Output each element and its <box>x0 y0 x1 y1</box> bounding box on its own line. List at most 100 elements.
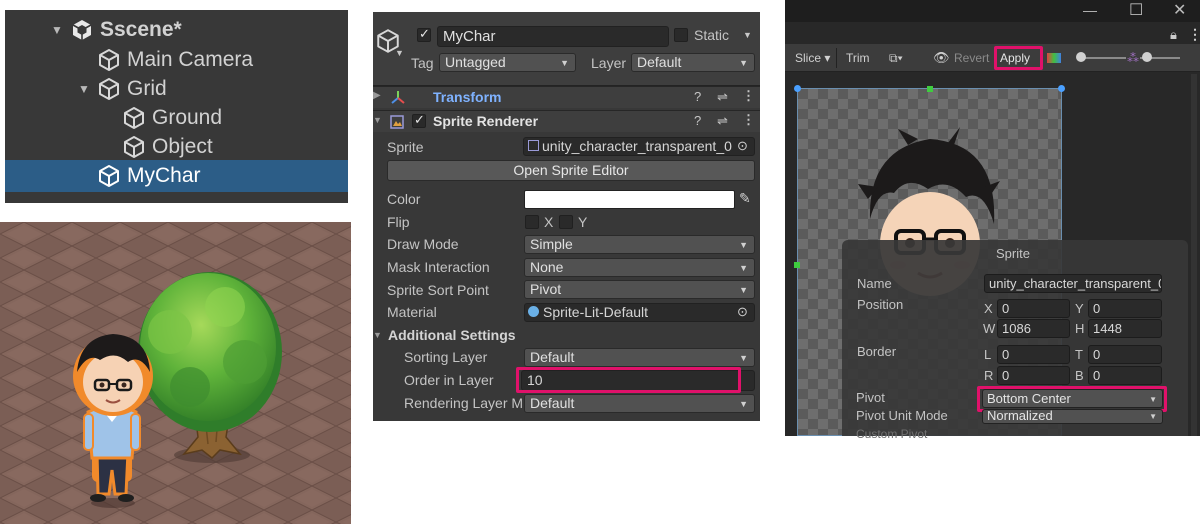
mip-slider-handle[interactable] <box>1142 52 1152 62</box>
inspector-panel: ▼ MyChar Static ▼ Tag Untagged Layer Def… <box>373 12 760 421</box>
h-field[interactable]: 1448 <box>1088 319 1162 338</box>
rendering-layer-dropdown[interactable]: Default <box>524 394 755 413</box>
rect-handle[interactable] <box>1058 85 1065 92</box>
additional-settings-foldout[interactable]: Additional Settings <box>388 327 516 343</box>
order-in-layer-label: Order in Layer <box>404 372 494 388</box>
hierarchy-item-main-camera[interactable]: Main Camera <box>5 46 348 74</box>
layer-dropdown[interactable]: Default <box>631 53 755 72</box>
slice-label: Slice <box>795 51 822 65</box>
sprite-field[interactable]: unity_character_transparent_0 <box>523 137 755 156</box>
object-picker-icon[interactable]: ⊙ <box>737 304 748 320</box>
open-sprite-editor-button[interactable]: Open Sprite Editor <box>387 160 755 181</box>
help-icon[interactable]: ? <box>694 89 701 104</box>
sorting-layer-dropdown[interactable]: Default <box>524 348 755 367</box>
sprite-renderer-header[interactable]: ▼ Sprite Renderer ? ⇌ ⋮ <box>373 110 760 132</box>
revert-button[interactable]: Revert <box>954 49 989 67</box>
more-icon[interactable]: ⋮ <box>1188 26 1200 43</box>
y-label: Y <box>1075 301 1084 316</box>
settings-sliders-icon[interactable]: ⇌ <box>717 113 728 129</box>
mask-interaction-label: Mask Interaction <box>387 259 490 275</box>
sprite-sort-point-label: Sprite Sort Point <box>387 282 489 298</box>
lock-icon[interactable]: 🔒︎ <box>1170 27 1177 43</box>
expand-arrow-icon[interactable]: ▼ <box>77 82 91 96</box>
sprite-renderer-icon <box>390 115 404 129</box>
l-field[interactable]: 0 <box>997 345 1070 364</box>
draw-mode-dropdown[interactable]: Simple <box>524 235 755 254</box>
collapse-arrow-icon[interactable]: ▼ <box>373 330 382 340</box>
rect-handle[interactable] <box>794 85 801 92</box>
flip-label: Flip <box>387 214 410 230</box>
hierarchy-item-label: Main Camera <box>127 48 254 71</box>
l-label: L <box>984 347 992 362</box>
hierarchy-item-ground[interactable]: Ground <box>5 104 348 132</box>
material-icon <box>528 306 539 317</box>
hierarchy-scene-row[interactable]: ▼ Sscene* <box>5 16 348 44</box>
sprite-renderer-enabled-checkbox[interactable] <box>412 112 426 128</box>
flip-x-checkbox[interactable] <box>525 215 539 229</box>
more-icon[interactable]: ⋮ <box>742 112 755 128</box>
y-field[interactable]: 0 <box>1088 299 1162 318</box>
active-checkbox[interactable] <box>417 26 431 42</box>
name-label: Name <box>857 276 892 291</box>
eye-icon[interactable]: 👁︎ <box>933 49 950 67</box>
game-scene-image <box>0 222 351 524</box>
flip-y-checkbox[interactable] <box>559 215 573 229</box>
zoom-slider-handle[interactable] <box>1076 52 1086 62</box>
b-field[interactable]: 0 <box>1088 366 1162 385</box>
color-field[interactable] <box>524 190 735 209</box>
edge-handle[interactable] <box>794 262 800 268</box>
custom-pivot-label: Custom Pivot <box>856 427 928 441</box>
more-icon[interactable]: ⋮ <box>742 88 755 104</box>
hierarchy-item-grid[interactable]: ▼ Grid <box>5 75 348 103</box>
icon-dropdown-arrow-icon[interactable]: ▼ <box>395 48 404 58</box>
trim-button[interactable]: Trim <box>846 49 870 67</box>
sprite-label: Sprite <box>387 139 424 155</box>
layer-label: Layer <box>591 55 627 71</box>
w-field[interactable]: 1086 <box>997 319 1070 338</box>
object-picker-icon[interactable]: ⊙ <box>737 138 748 154</box>
t-field[interactable]: 0 <box>1088 345 1162 364</box>
name-field[interactable]: unity_character_transparent_0 <box>984 274 1162 293</box>
hierarchy-item-label: MyChar <box>127 164 201 187</box>
h-label: H <box>1075 321 1085 336</box>
sprite-mode-dropdown-icon[interactable]: ⧉▾ <box>889 49 903 67</box>
expand-arrow-icon[interactable]: ▼ <box>50 23 64 37</box>
hierarchy-item-object[interactable]: Object <box>5 133 348 161</box>
popup-title: Sprite <box>996 246 1030 261</box>
draw-mode-label: Draw Mode <box>387 236 459 252</box>
mask-interaction-dropdown[interactable]: None <box>524 258 755 277</box>
t-label: T <box>1075 347 1083 362</box>
eyedropper-icon[interactable]: ✎ <box>739 190 751 207</box>
order-in-layer-highlight <box>516 367 741 393</box>
maximize-icon[interactable]: ☐ <box>1129 0 1143 20</box>
sprite-asset-icon <box>528 140 539 151</box>
hierarchy-item-mychar[interactable]: MyChar <box>5 160 348 192</box>
flip-y-label: Y <box>578 214 588 230</box>
scrollbar[interactable] <box>1191 74 1197 436</box>
sprite-renderer-title[interactable]: Sprite Renderer <box>433 113 538 129</box>
transform-component-header[interactable]: ▶ Transform ? ⇌ ⋮ <box>373 86 760 108</box>
object-name-field[interactable]: MyChar <box>437 26 669 47</box>
material-field[interactable]: Sprite-Lit-Default <box>524 303 755 322</box>
collapse-arrow-icon[interactable]: ▼ <box>373 115 382 125</box>
scene-name: Sscene* <box>100 18 182 41</box>
help-icon[interactable]: ? <box>694 113 701 128</box>
x-field[interactable]: 0 <box>997 299 1070 318</box>
color-channel-icon[interactable] <box>1047 53 1061 63</box>
close-icon[interactable]: ✕ <box>1173 0 1186 20</box>
sprite-properties-popup: Sprite Name unity_character_transparent_… <box>842 240 1188 441</box>
tag-dropdown[interactable]: Untagged <box>439 53 576 72</box>
mip-icon[interactable]: ⁂ <box>1127 49 1139 67</box>
minimize-icon[interactable]: — <box>1083 2 1097 18</box>
settings-sliders-icon[interactable]: ⇌ <box>717 89 728 105</box>
static-checkbox[interactable] <box>674 28 688 42</box>
collapse-arrow-icon[interactable]: ▶ <box>373 90 381 101</box>
rendering-layer-label: Rendering Layer M <box>404 395 524 411</box>
pivot-unit-mode-dropdown[interactable]: Normalized <box>982 409 1163 424</box>
sprite-sort-point-dropdown[interactable]: Pivot <box>524 280 755 299</box>
slice-button[interactable]: Slice ▾ <box>795 49 830 67</box>
r-field[interactable]: 0 <box>997 366 1070 385</box>
edge-handle[interactable] <box>927 86 933 92</box>
static-dropdown-arrow-icon[interactable]: ▼ <box>743 30 752 40</box>
transform-title[interactable]: Transform <box>433 89 501 105</box>
